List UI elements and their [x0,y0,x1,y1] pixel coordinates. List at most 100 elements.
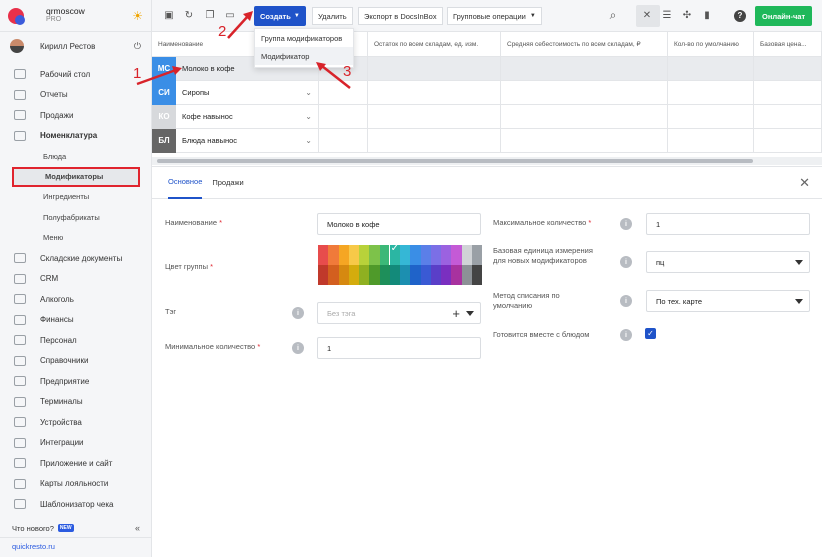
color-swatch[interactable] [318,265,329,285]
sidebar-item-devices[interactable]: Устройства [0,412,152,433]
whats-new[interactable]: Что нового? NEW « [0,519,152,537]
table-row[interactable]: КО Кофе навынос ⌄ [152,104,822,129]
color-swatch[interactable]: ✓ [388,243,402,266]
color-palette[interactable]: ✓ [318,243,482,285]
tag-select[interactable]: Без тэга + [317,302,481,324]
sidebar-subitem-semifinished[interactable]: Полуфабрикаты [0,207,152,228]
color-swatch[interactable] [441,265,452,285]
max-qty-input[interactable]: 1 [646,213,810,235]
color-swatch[interactable] [410,265,421,285]
color-swatch[interactable] [348,265,359,285]
sidebar-item-integrations[interactable]: Интеграции [0,433,152,454]
column-header-base-price[interactable]: Базовая цена... [754,32,822,56]
column-header-stock[interactable]: Остаток по всем складам, ед. изм. [368,32,501,56]
color-swatch[interactable] [420,265,431,285]
refresh-icon[interactable]: ↻ [184,11,194,21]
color-swatch[interactable] [359,245,370,265]
sidebar-item-dashboard[interactable]: Рабочий стол [0,64,152,85]
save-icon[interactable]: ▣ [164,11,174,21]
menu-item-modifier[interactable]: Модификатор [255,47,353,65]
color-swatch[interactable] [318,245,329,265]
color-swatch[interactable] [369,265,380,285]
color-swatch[interactable] [400,265,411,285]
menu-item-modifier-group[interactable]: Группа модификаторов [255,29,353,47]
tools-icon[interactable]: ✕ [642,11,652,21]
color-swatch[interactable] [348,245,359,265]
sidebar-item-sales[interactable]: Продажи [0,105,152,126]
create-button[interactable]: Создать ▼ [254,6,306,26]
chevron-down-icon[interactable]: ⌄ [305,112,312,121]
sidebar-subitem-dishes[interactable]: Блюда [0,146,152,167]
search-icon[interactable]: ⌕ [608,9,618,21]
color-swatch[interactable] [369,245,380,265]
sidebar-subitem-menu[interactable]: Меню [0,228,152,249]
writeoff-method-select[interactable]: По тех. карте [646,290,810,312]
theme-toggle-sun-icon[interactable]: ☀ [132,9,143,23]
tab-sales[interactable]: Продажи [212,167,243,199]
table-row[interactable]: МС Молоко в кофе [152,56,822,81]
sidebar-item-crm[interactable]: CRM [0,269,152,290]
horizontal-scrollbar[interactable] [157,159,753,163]
sidebar-item-warehouse-docs[interactable]: Складские документы [0,248,152,269]
color-swatch[interactable] [451,245,462,265]
sidebar-item-reports[interactable]: Отчеты [0,85,152,106]
column-header-avg-cost[interactable]: Средняя себестоимость по всем складам, ₽ [501,32,668,56]
base-unit-select[interactable]: пц [646,251,810,273]
color-swatch[interactable] [338,245,349,265]
inbox-icon[interactable]: ▭ [225,11,235,21]
cook-with-dish-checkbox[interactable]: ✓ [645,328,656,339]
color-swatch[interactable] [389,265,400,285]
online-chat-button[interactable]: Онлайн-чат [755,6,813,26]
sidebar-item-nomenclature[interactable]: Номенклатура [0,126,152,147]
help-icon[interactable]: ? [734,10,746,22]
sidebar-item-staff[interactable]: Персонал [0,330,152,351]
sidebar-subitem-ingredients[interactable]: Ингредиенты [0,187,152,208]
color-swatch[interactable] [461,245,472,265]
site-link[interactable]: quickresto.ru [0,537,152,557]
delete-button[interactable]: Удалить [312,7,353,25]
tab-main[interactable]: Основное [168,167,203,199]
name-input[interactable]: Молоко в кофе [317,213,481,235]
info-icon[interactable]: i [620,256,632,268]
sidebar-item-finance[interactable]: Финансы [0,310,152,331]
sidebar-item-loyalty-cards[interactable]: Карты лояльности [0,474,152,495]
info-icon[interactable]: i [620,329,632,341]
color-swatch[interactable] [338,265,349,285]
color-swatch[interactable] [430,245,441,265]
chevron-down-icon[interactable]: ⌄ [305,136,312,145]
color-swatch[interactable] [430,265,441,285]
color-swatch[interactable] [410,245,421,265]
color-swatch[interactable] [379,265,390,285]
color-swatch[interactable] [400,245,411,265]
color-swatch[interactable] [328,245,339,265]
chevron-down-icon[interactable]: ⌄ [305,88,312,97]
color-swatch[interactable] [441,245,452,265]
color-swatch[interactable] [471,265,482,285]
logout-power-icon[interactable]: ⏻ [134,41,141,52]
list-icon[interactable]: ☰ [662,11,672,21]
group-operations-button[interactable]: Групповые операции ▼ [447,7,542,25]
close-icon[interactable]: ✕ [799,175,810,191]
color-swatch[interactable] [420,245,431,265]
sidebar-item-alcohol[interactable]: Алкоголь [0,289,152,310]
min-qty-input[interactable]: 1 [317,337,481,359]
trash-icon[interactable]: ▮ [702,11,712,21]
sidebar-item-references[interactable]: Справочники [0,351,152,372]
sidebar-item-receipt-template[interactable]: Шаблонизатор чека [0,494,152,515]
info-icon[interactable]: i [620,218,632,230]
color-swatch[interactable] [461,265,472,285]
color-swatch[interactable] [359,265,370,285]
sidebar-item-terminals[interactable]: Терминалы [0,392,152,413]
sidebar-subitem-modifiers[interactable]: Модификаторы [12,166,140,187]
column-header-default-qty[interactable]: Кол-во по умолчанию [668,32,754,56]
color-swatch[interactable] [471,245,482,265]
export-docsinbox-button[interactable]: Экспорт в DocsInBox [358,7,443,25]
move-icon[interactable]: ✣ [682,11,692,21]
info-icon[interactable]: i [292,342,304,354]
sidebar-item-app-site[interactable]: Приложение и сайт [0,453,152,474]
color-swatch[interactable] [379,245,390,265]
color-swatch[interactable] [451,265,462,285]
sidebar-item-enterprise[interactable]: Предприятие [0,371,152,392]
color-swatch[interactable] [328,265,339,285]
info-icon[interactable]: i [292,307,304,319]
